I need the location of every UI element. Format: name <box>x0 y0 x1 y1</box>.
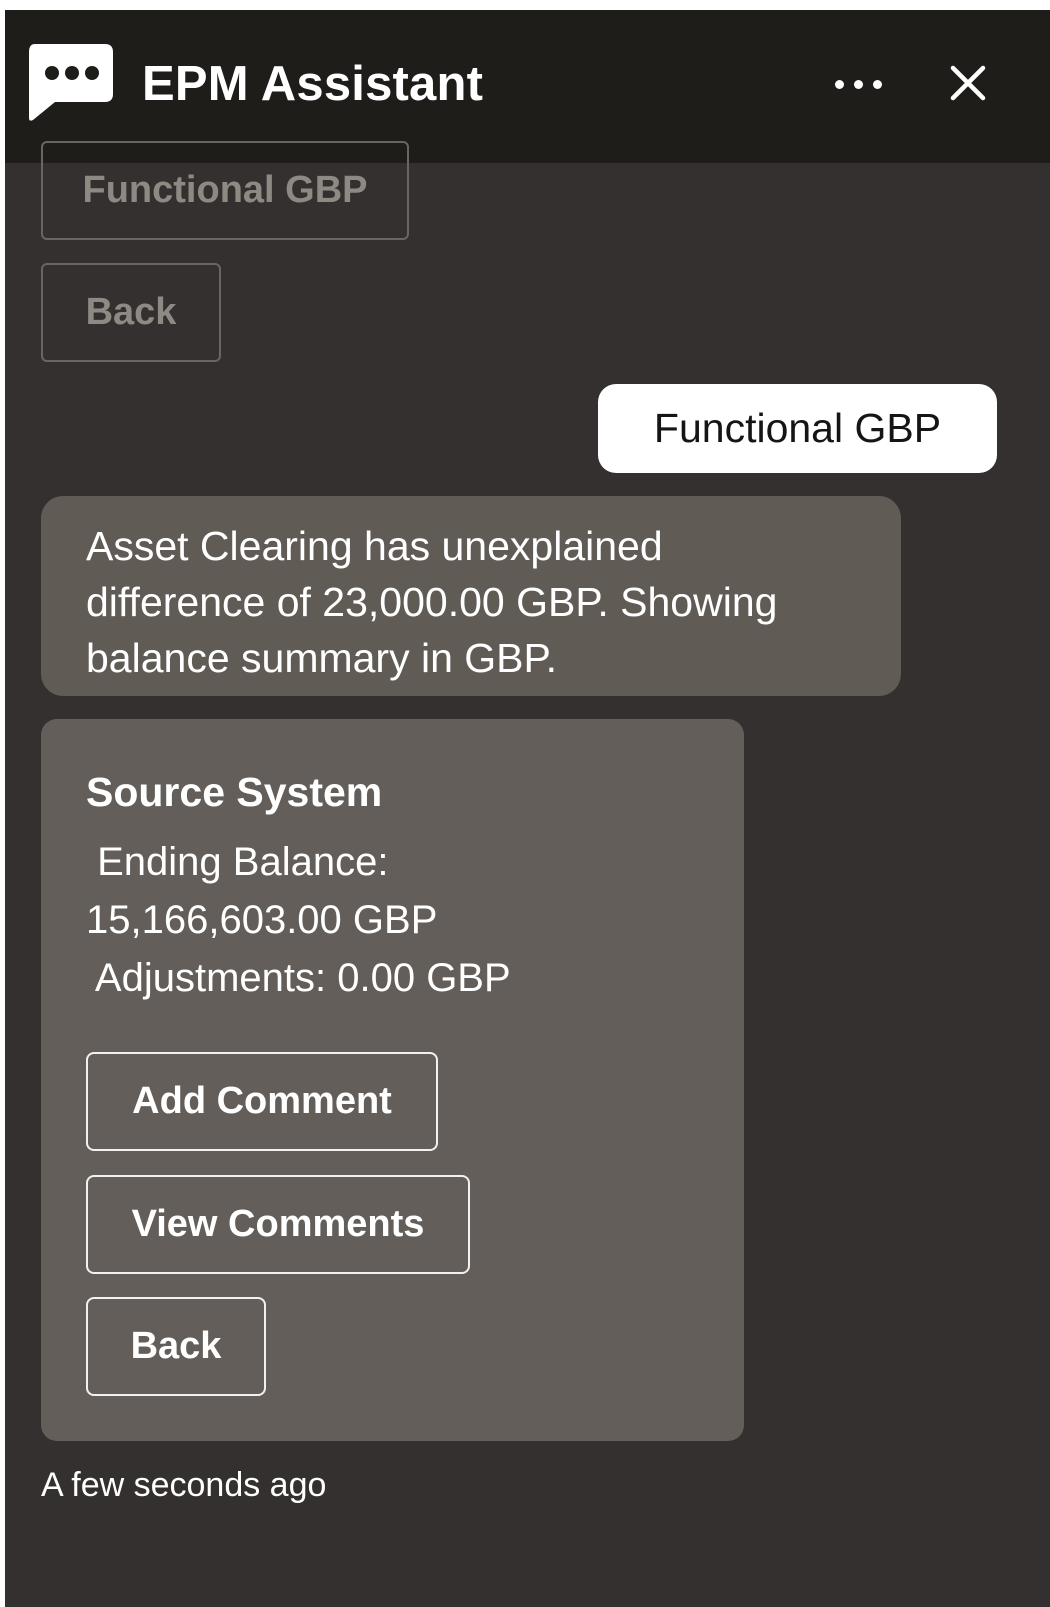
card-title: Source System <box>86 769 383 815</box>
back-button[interactable]: Back <box>86 1297 266 1396</box>
chat-window: EPM Assistant Functional GBP Back Functi… <box>5 10 1050 1607</box>
ending-balance-label: Ending Balance: <box>86 840 389 884</box>
bot-message-line: Asset Clearing has unexplained <box>86 523 663 569</box>
assistant-title: EPM Assistant <box>142 57 484 111</box>
more-horizontal-icon <box>834 79 844 89</box>
add-comment-button[interactable]: Add Comment <box>86 1052 438 1151</box>
view-comments-button[interactable]: View Comments <box>86 1175 470 1274</box>
balance-summary-card: Source System Ending Balance: 15,166,603… <box>41 719 744 1441</box>
adjustments-text: Adjustments: 0.00 GBP <box>86 956 511 1000</box>
user-message-bubble: Functional GBP <box>598 384 997 473</box>
back-option-button[interactable]: Back <box>41 263 221 362</box>
ending-balance-value: 15,166,603.00 GBP <box>86 898 438 942</box>
card-body: Ending Balance: 15,166,603.00 GBP Adjust… <box>86 833 646 1007</box>
bot-message-line: difference of 23,000.00 GBP. Showing <box>86 579 778 625</box>
more-dot <box>853 79 863 89</box>
functional-gbp-option-button[interactable]: Functional GBP <box>41 141 409 240</box>
bot-message-line: balance summary in GBP. <box>86 635 557 681</box>
chat-bubble-icon <box>29 44 113 121</box>
more-options-button[interactable] <box>825 64 891 104</box>
message-timestamp: A few seconds ago <box>41 1466 327 1504</box>
more-dot <box>872 79 882 89</box>
bot-message-bubble: Asset Clearing has unexplained differenc… <box>41 496 901 696</box>
close-icon[interactable] <box>945 60 991 106</box>
